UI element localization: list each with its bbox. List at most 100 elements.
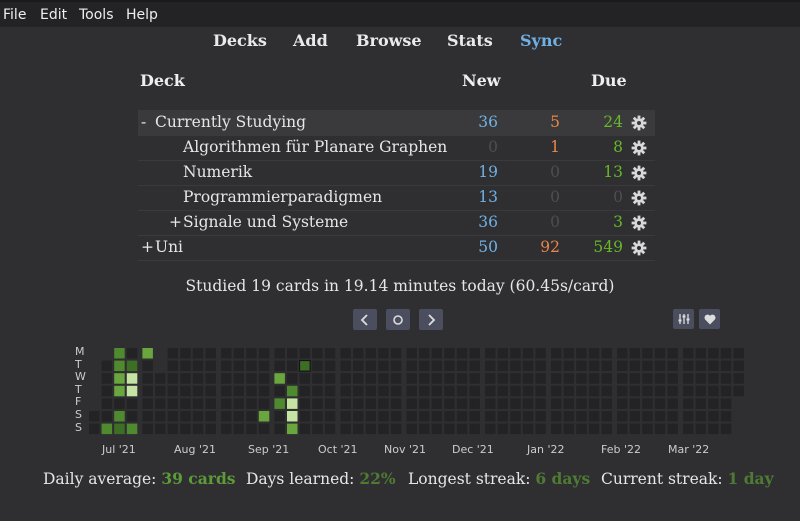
heatmap-cell[interactable] [340,373,351,384]
heatmap-cell[interactable] [654,385,666,397]
heatmap-cell[interactable] [617,348,628,359]
heatmap-cell[interactable] [456,398,468,409]
heatmap-cell[interactable] [720,423,732,435]
heatmap-cell[interactable] [469,373,480,384]
heatmap-cell[interactable] [444,398,455,409]
heatmap-cell[interactable] [167,411,179,422]
heatmap-cell[interactable] [601,360,612,372]
heatmap-cell[interactable] [378,411,389,422]
heatmap-cell[interactable] [390,423,402,435]
heatmap-cell[interactable] [258,373,270,384]
heatmap-cell[interactable] [551,348,562,359]
heatmap-cell[interactable] [497,373,509,384]
heatmap-cell[interactable] [142,373,153,384]
heatmap-cell[interactable] [535,398,546,409]
heatmap-cell[interactable] [497,398,509,409]
heatmap-cell[interactable] [522,360,534,372]
heatmap-cell[interactable] [258,398,270,409]
heatmap-cell[interactable] [551,411,562,422]
heatmap-cell[interactable] [497,385,509,397]
heatmap-cell[interactable] [419,373,430,384]
heatmap-cell[interactable] [510,360,521,372]
heatmap-cell[interactable] [390,411,402,422]
heatmap-cell[interactable] [576,348,587,359]
heatmap-cell[interactable] [155,373,166,384]
heatmap-cell[interactable] [299,373,311,384]
heatmap-cell[interactable] [695,398,707,409]
heatmap-cell[interactable] [629,398,641,409]
heatmap-cell[interactable] [205,348,216,359]
heatmap-cell[interactable] [353,373,364,384]
heatmap-cell[interactable] [205,385,216,397]
heatmap-cell[interactable] [324,360,336,372]
heatmap-cell[interactable] [378,360,389,372]
heatmap-cell[interactable] [101,385,113,397]
heatmap-cell[interactable] [246,411,257,422]
heatmap-cell[interactable] [588,385,600,397]
heatmap-cell[interactable] [485,398,496,409]
heatmap-cell[interactable] [312,398,323,409]
heatmap-cell[interactable] [101,398,113,409]
heatmap-cell[interactable] [180,348,191,359]
heatmap-cell[interactable] [101,411,113,422]
heatmap-cell[interactable] [378,423,389,435]
heatmap-cell[interactable] [287,360,298,372]
heatmap-cell[interactable] [205,423,216,435]
heatmap-cell[interactable] [406,385,417,397]
heatmap-cell[interactable] [419,385,430,397]
heatmap-cell[interactable] [444,348,455,359]
heatmap-cell[interactable] [522,411,534,422]
heatmap-cell[interactable] [563,360,575,372]
heatmap-cell[interactable] [205,373,216,384]
heatmap-cell[interactable] [155,398,166,409]
heatmap-cell[interactable] [642,360,653,372]
heatmap-cell[interactable] [510,348,521,359]
heatmap-cell[interactable] [485,373,496,384]
heatmap-cell[interactable] [654,398,666,409]
heatmap-cell[interactable] [485,360,496,372]
heatmap-cell[interactable] [101,373,113,384]
heatmap-cell[interactable] [205,411,216,422]
heatmap-cell[interactable] [365,360,377,372]
heatmap-cell[interactable] [378,398,389,409]
heatmap-cell[interactable] [522,373,534,384]
heatmap-cell[interactable] [510,398,521,409]
heatmap-cell[interactable] [142,423,153,435]
heatmap-cell[interactable] [497,423,509,435]
heatmap-cell[interactable] [563,348,575,359]
heatmap-cell[interactable] [535,385,546,397]
heatmap-cell[interactable] [192,423,204,435]
heatmap-cell[interactable] [340,423,351,435]
heatmap-cell[interactable] [246,423,257,435]
heatmap-cell[interactable] [667,373,678,384]
heatmap-cell[interactable] [390,398,402,409]
heatmap-cell[interactable] [683,385,694,397]
heatmap-cell[interactable] [431,348,443,359]
heatmap-cell[interactable] [510,385,521,397]
heatmap-cell[interactable] [629,373,641,384]
heatmap-cell[interactable] [617,385,628,397]
heatmap-cell[interactable] [535,360,546,372]
heatmap-cell[interactable] [695,411,707,422]
heatmap-cell[interactable] [114,398,125,409]
heatmap-cell[interactable] [126,373,138,384]
heatmap-cell[interactable] [510,423,521,435]
heatmap-cell[interactable] [629,385,641,397]
heatmap-cell[interactable] [576,411,587,422]
heatmap-cell[interactable] [299,411,311,422]
heatmap-cell[interactable] [497,348,509,359]
heatmap-cell[interactable] [221,360,232,372]
heatmap-cell[interactable] [114,373,125,384]
heatmap-cell[interactable] [299,385,311,397]
heatmap-cell[interactable] [522,348,534,359]
heatmap-cell[interactable] [312,348,323,359]
heatmap-cell[interactable] [155,385,166,397]
heatmap-cell[interactable] [629,348,641,359]
heatmap-cell[interactable] [667,348,678,359]
heatmap-cell[interactable] [287,348,298,359]
heatmap-cell[interactable] [576,423,587,435]
heatmap-cell[interactable] [340,398,351,409]
heatmap-cell[interactable] [683,398,694,409]
heatmap-cell[interactable] [563,423,575,435]
heatmap-cell[interactable] [353,411,364,422]
